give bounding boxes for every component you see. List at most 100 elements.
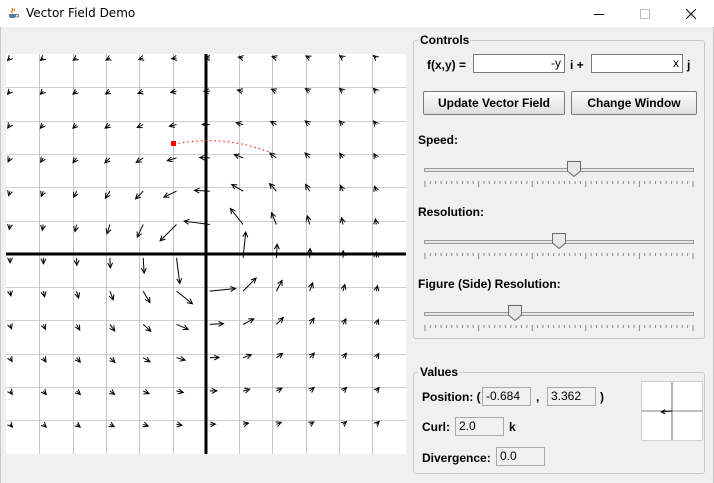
vector-arrow <box>109 324 116 332</box>
vector-arrow <box>170 55 178 61</box>
vector-arrow <box>276 316 285 325</box>
vector-arrow <box>273 243 280 258</box>
vector-arrow <box>39 122 46 130</box>
j-component-field[interactable]: x <box>591 54 683 73</box>
vector-arrow <box>104 157 111 164</box>
vector-arrow <box>242 387 251 394</box>
vector-arrow <box>166 156 177 163</box>
vector-arrow <box>7 355 13 363</box>
vector-arrow <box>242 277 257 292</box>
j-label: j <box>687 58 691 72</box>
resolution-slider[interactable] <box>424 232 694 259</box>
vector-arrow <box>229 207 244 225</box>
vector-arrow <box>268 152 277 159</box>
curl-unit: k <box>509 420 516 434</box>
particle-trail <box>173 140 275 155</box>
vector-arrow <box>341 352 348 359</box>
vector-arrow <box>104 122 111 129</box>
values-legend: Values <box>420 365 459 379</box>
vector-arrow <box>40 257 47 265</box>
close-button[interactable] <box>668 0 714 27</box>
vector-arrow <box>142 421 150 428</box>
vector-arrow <box>142 324 152 332</box>
vector-arrow <box>340 249 347 258</box>
vector-arrow <box>242 318 255 325</box>
maximize-icon <box>640 8 650 19</box>
title-bar: Vector Field Demo <box>0 0 714 27</box>
curl-label: Curl: <box>422 420 450 434</box>
vector-field-canvas[interactable] <box>6 54 406 454</box>
vector-arrow <box>72 55 79 61</box>
figure-resolution-slider[interactable] <box>424 304 694 331</box>
vector-arrow <box>109 389 116 395</box>
vector-arrow <box>74 324 81 332</box>
vector-arrow <box>169 88 177 95</box>
change-window-button[interactable]: Change Window <box>571 91 697 115</box>
vector-arrow <box>308 281 314 292</box>
vector-arrow <box>209 421 217 428</box>
position-close-paren: ) <box>600 390 604 404</box>
vector-arrow <box>73 224 79 233</box>
vector-arrow <box>40 290 47 298</box>
vector-arrow <box>340 283 347 292</box>
vector-arrow <box>237 55 244 61</box>
vector-arrow <box>39 88 46 96</box>
vector-arrow <box>338 87 346 94</box>
position-comma: , <box>536 390 540 404</box>
vector-arrow <box>372 54 380 61</box>
vector-arrow <box>338 55 346 61</box>
vector-arrow <box>74 421 82 428</box>
maximize-button[interactable] <box>622 0 668 27</box>
update-vector-field-button[interactable]: Update Vector Field <box>423 91 565 115</box>
vector-arrow <box>73 257 80 267</box>
window-border-left <box>0 27 1 483</box>
vector-arrow <box>7 257 13 264</box>
vector-arrow <box>276 352 284 359</box>
i-component-field[interactable]: -y <box>473 54 565 73</box>
slider-thumb[interactable] <box>552 233 566 249</box>
vector-arrow <box>372 87 379 94</box>
vector-arrow <box>39 55 46 62</box>
vector-arrow <box>242 421 250 428</box>
vector-arrow <box>72 157 79 164</box>
vector-arrow <box>341 317 347 325</box>
speed-label: Speed: <box>418 133 459 147</box>
vector-arrow <box>339 152 345 159</box>
vector-arrow <box>40 388 47 396</box>
resolution-label: Resolution: <box>418 205 484 219</box>
minimize-button[interactable] <box>576 0 622 27</box>
curl-field: 2.0 <box>455 417 504 436</box>
vector-arrow <box>339 216 346 225</box>
vector-arrow <box>108 421 116 428</box>
window-title: Vector Field Demo <box>26 6 136 20</box>
vector-arrow <box>209 387 218 394</box>
vector-arrow <box>7 190 13 197</box>
vector-arrow <box>176 388 185 395</box>
vector-arrow <box>168 122 177 129</box>
speed-slider[interactable] <box>424 160 694 187</box>
vector-arrow <box>269 120 277 127</box>
particle-marker <box>171 141 176 146</box>
vector-arrow <box>142 389 151 395</box>
vector-arrow <box>193 187 210 194</box>
slider-track[interactable] <box>424 168 694 172</box>
vector-arrow <box>74 356 81 364</box>
slider-thumb[interactable] <box>508 305 523 321</box>
vector-arrow <box>109 356 116 364</box>
slider-ticks <box>424 325 694 331</box>
fxy-label: f(x,y) = <box>427 58 467 72</box>
vector-arrow <box>308 317 315 325</box>
vector-arrow <box>176 257 183 285</box>
vector-arrow <box>270 55 278 61</box>
vector-arrow <box>159 224 177 242</box>
vector-arrow <box>308 421 315 427</box>
vector-arrow <box>176 421 184 428</box>
vector-arrow <box>372 120 379 127</box>
vector-arrow <box>275 279 283 292</box>
slider-thumb[interactable] <box>567 161 582 177</box>
vector-arrow <box>74 389 82 396</box>
vector-arrow <box>40 421 48 428</box>
slider-track[interactable] <box>424 312 694 316</box>
vector-arrow <box>341 386 348 393</box>
vector-arrow <box>142 356 151 363</box>
